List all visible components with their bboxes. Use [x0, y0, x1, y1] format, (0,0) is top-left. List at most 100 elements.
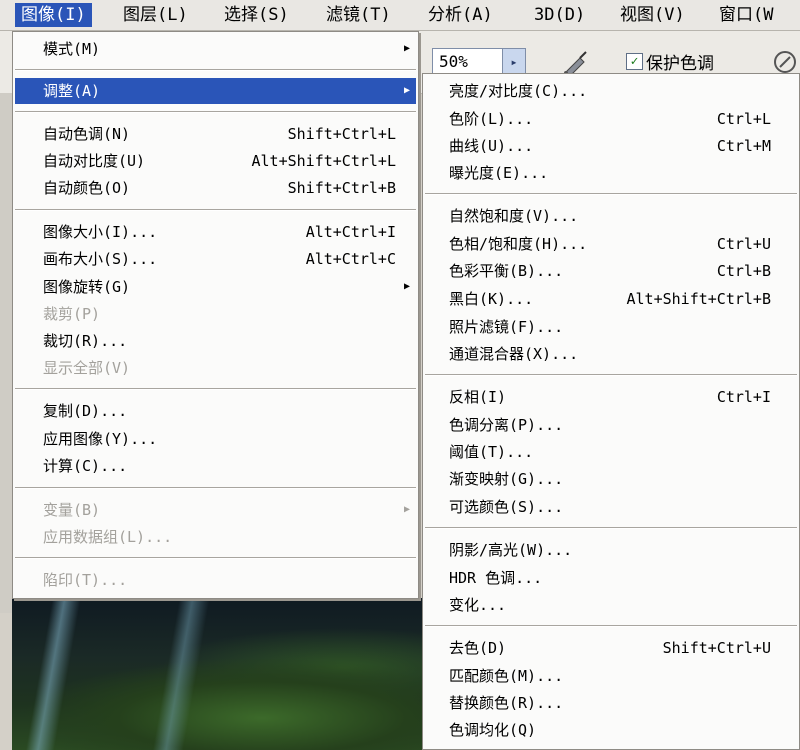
menu-item-label: 调整(A)	[43, 82, 101, 100]
submenu-item-channel-mixer[interactable]: 通道混合器(X)...	[425, 341, 797, 367]
menu-item-label: 自动色调(N)	[43, 125, 131, 143]
menu-item-label: 自然饱和度(V)...	[449, 207, 579, 225]
menu-item-label: 图像大小(I)...	[43, 223, 158, 241]
tablet-pressure-icon[interactable]	[772, 49, 798, 75]
separator	[15, 557, 416, 559]
menu-item-label: 色调均化(Q)	[449, 721, 537, 739]
menu-item-image-size[interactable]: 图像大小(I)... Alt+Ctrl+I	[15, 219, 416, 245]
menu-item-duplicate[interactable]: 复制(D)...	[15, 398, 416, 424]
menu-item-adjustments[interactable]: 调整(A) ▶	[15, 78, 416, 104]
submenu-item-selective-color[interactable]: 可选颜色(S)...	[425, 494, 797, 520]
adjustments-submenu: 亮度/对比度(C)... 色阶(L)... Ctrl+L 曲线(U)... Ct…	[422, 73, 800, 750]
submenu-arrow-icon: ▶	[403, 85, 410, 96]
menu-item-canvas-size[interactable]: 画布大小(S)... Alt+Ctrl+C	[15, 246, 416, 272]
image-menu: 模式(M) ▶ 调整(A) ▶ 自动色调(N) Shift+Ctrl+L 自动对…	[12, 31, 419, 599]
menu-item-label: 黑白(K)...	[449, 290, 534, 308]
submenu-item-levels[interactable]: 色阶(L)... Ctrl+L	[425, 106, 797, 132]
submenu-arrow-icon: ▶	[403, 43, 410, 54]
menu-item-label: 变化...	[449, 596, 507, 614]
zoom-dropdown-arrow[interactable]: ▸	[502, 49, 525, 75]
menu-item-label: 裁剪(P)	[43, 305, 101, 323]
menu-3d[interactable]: 3D(D)	[528, 3, 591, 27]
menu-filter[interactable]: 滤镜(T)	[320, 3, 397, 27]
menu-item-label: 裁切(R)...	[43, 332, 128, 350]
menu-item-label: 自动颜色(O)	[43, 179, 131, 197]
shortcut-label: Shift+Ctrl+L	[287, 125, 396, 143]
flow-zoom-field[interactable]: 50% ▸	[432, 48, 526, 76]
separator	[425, 374, 797, 376]
shortcut-label: Shift+Ctrl+B	[287, 179, 396, 197]
separator	[15, 209, 416, 211]
separator	[425, 193, 797, 195]
submenu-item-exposure[interactable]: 曝光度(E)...	[425, 160, 797, 186]
menu-item-auto-contrast[interactable]: 自动对比度(U) Alt+Shift+Ctrl+L	[15, 148, 416, 174]
submenu-item-color-balance[interactable]: 色彩平衡(B)... Ctrl+B	[425, 258, 797, 284]
menu-image[interactable]: 图像(I)	[15, 3, 92, 27]
menu-item-label: 显示全部(V)	[43, 359, 131, 377]
menu-item-label: 可选颜色(S)...	[449, 498, 564, 516]
submenu-item-hdr-toning[interactable]: HDR 色调...	[425, 565, 797, 591]
menu-item-label: 应用图像(Y)...	[43, 430, 158, 448]
menu-item-variables[interactable]: 变量(B) ▶	[15, 497, 416, 523]
menu-item-label: 色阶(L)...	[449, 110, 534, 128]
menu-item-label: 画布大小(S)...	[43, 250, 158, 268]
menu-item-trap[interactable]: 陷印(T)...	[15, 567, 416, 593]
submenu-item-equalize[interactable]: 色调均化(Q)	[425, 717, 797, 743]
zoom-value: 50%	[439, 52, 468, 71]
menu-item-label: 变量(B)	[43, 501, 101, 519]
shortcut-label: Ctrl+I	[716, 388, 771, 406]
submenu-item-shadows-highlights[interactable]: 阴影/高光(W)...	[425, 537, 797, 563]
menu-item-label: 陷印(T)...	[43, 571, 128, 589]
menu-item-crop[interactable]: 裁剪(P)	[15, 301, 416, 327]
separator	[15, 111, 416, 113]
menu-item-label: 阴影/高光(W)...	[449, 541, 573, 559]
shortcut-label: Shift+Ctrl+U	[662, 639, 771, 657]
menu-item-label: 自动对比度(U)	[43, 152, 146, 170]
separator	[425, 527, 797, 529]
menu-item-apply-data-set[interactable]: 应用数据组(L)...	[15, 524, 416, 550]
separator	[15, 388, 416, 390]
menu-item-reveal-all[interactable]: 显示全部(V)	[15, 355, 416, 381]
shortcut-label: Ctrl+L	[716, 110, 771, 128]
submenu-item-hue-saturation[interactable]: 色相/饱和度(H)... Ctrl+U	[425, 231, 797, 257]
submenu-item-gradient-map[interactable]: 渐变映射(G)...	[425, 466, 797, 492]
separator	[15, 69, 416, 71]
menu-item-mode[interactable]: 模式(M) ▶	[15, 36, 416, 62]
submenu-item-threshold[interactable]: 阈值(T)...	[425, 439, 797, 465]
menu-item-image-rotation[interactable]: 图像旋转(G) ▶	[15, 274, 416, 300]
shortcut-label: Alt+Shift+Ctrl+L	[251, 152, 397, 170]
menu-item-label: 反相(I)	[449, 388, 507, 406]
submenu-item-posterize[interactable]: 色调分离(P)...	[425, 412, 797, 438]
menu-item-label: HDR 色调...	[449, 569, 543, 587]
menu-select[interactable]: 选择(S)	[218, 3, 295, 27]
tools-panel-edge	[0, 93, 12, 613]
submenu-item-black-white[interactable]: 黑白(K)... Alt+Shift+Ctrl+B	[425, 286, 797, 312]
menu-window[interactable]: 窗口(W	[713, 3, 779, 27]
submenu-item-curves[interactable]: 曲线(U)... Ctrl+M	[425, 133, 797, 159]
submenu-item-vibrance[interactable]: 自然饱和度(V)...	[425, 203, 797, 229]
shortcut-label: Ctrl+B	[716, 262, 771, 280]
menu-item-auto-tone[interactable]: 自动色调(N) Shift+Ctrl+L	[15, 121, 416, 147]
submenu-item-brightness-contrast[interactable]: 亮度/对比度(C)...	[425, 78, 797, 104]
protect-tone-checkbox[interactable]: ✓	[626, 53, 643, 70]
submenu-item-photo-filter[interactable]: 照片滤镜(F)...	[425, 314, 797, 340]
menu-item-calculations[interactable]: 计算(C)...	[15, 453, 416, 479]
menu-analysis[interactable]: 分析(A)	[422, 3, 499, 27]
menu-item-apply-image[interactable]: 应用图像(Y)...	[15, 426, 416, 452]
menu-item-auto-color[interactable]: 自动颜色(O) Shift+Ctrl+B	[15, 175, 416, 201]
protect-tone-label: 保护色调	[646, 54, 714, 74]
shortcut-label: Ctrl+U	[716, 235, 771, 253]
submenu-item-match-color[interactable]: 匹配颜色(M)...	[425, 663, 797, 689]
submenu-item-desaturate[interactable]: 去色(D) Shift+Ctrl+U	[425, 635, 797, 661]
submenu-item-replace-color[interactable]: 替换颜色(R)...	[425, 690, 797, 716]
menu-layer[interactable]: 图层(L)	[117, 3, 194, 27]
submenu-item-invert[interactable]: 反相(I) Ctrl+I	[425, 384, 797, 410]
document-canvas[interactable]	[12, 598, 432, 750]
menu-item-label: 模式(M)	[43, 40, 101, 58]
menu-item-label: 色相/饱和度(H)...	[449, 235, 588, 253]
submenu-item-variations[interactable]: 变化...	[425, 592, 797, 618]
menu-view[interactable]: 视图(V)	[614, 3, 691, 27]
shortcut-label: Alt+Shift+Ctrl+B	[626, 290, 772, 308]
menu-item-trim[interactable]: 裁切(R)...	[15, 328, 416, 354]
menu-item-label: 复制(D)...	[43, 402, 128, 420]
